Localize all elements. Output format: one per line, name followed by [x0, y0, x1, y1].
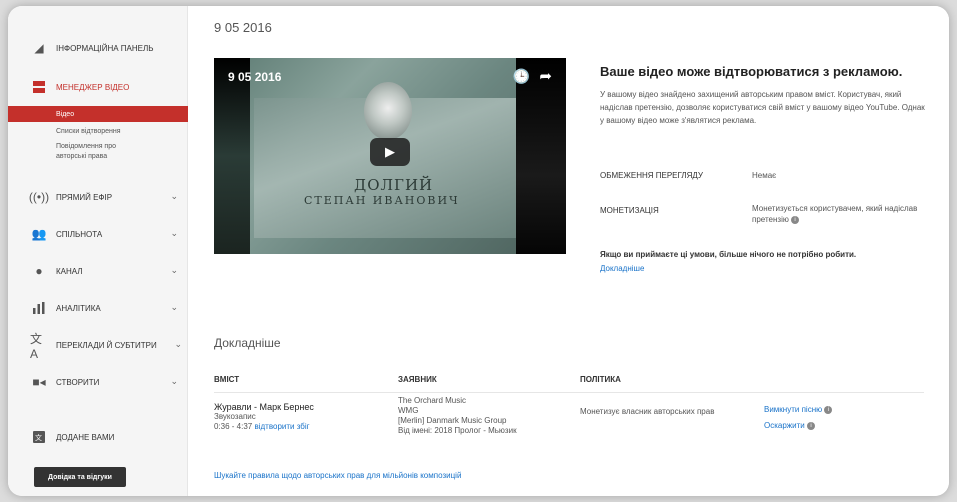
sidebar-item-label: СТВОРИТИ: [56, 377, 100, 387]
chevron-down-icon: ⌄: [170, 302, 178, 312]
monetization-value-text: Монетизується користувачем, який надісла…: [752, 204, 918, 224]
channel-icon: ●: [35, 264, 43, 278]
chevron-down-icon: ⌄: [170, 191, 178, 201]
sidebar-item-label: КАНАЛ: [56, 266, 83, 276]
sidebar-item-label: ПРЯМИЙ ЕФІР: [56, 192, 113, 202]
learn-more-link[interactable]: Докладніше: [600, 264, 644, 273]
claimant-2: WMG: [398, 406, 419, 415]
table-cell-claimant: The Orchard Music WMG [Merlin] Danmark M…: [398, 396, 517, 436]
play-button[interactable]: ▶: [370, 138, 410, 166]
translate-icon: 文A: [30, 331, 43, 361]
sidebar-item-channel[interactable]: ● КАНАЛ ⌄: [8, 256, 188, 286]
video-manager-icon: [30, 78, 48, 96]
ad-status-description: У вашому відео знайдено захищений авторс…: [600, 90, 925, 125]
chevron-down-icon: ⌄: [174, 339, 182, 349]
sidebar-item-label: ПЕРЕКЛАДИ Й СУБТИТРИ: [56, 340, 157, 350]
create-icon: ■◂: [32, 375, 46, 389]
column-header-policy: ПОЛІТИКА: [580, 375, 621, 384]
video-letterbox-left: [214, 58, 250, 254]
page-title: 9 05 2016: [214, 20, 272, 35]
plate-text-surname: ДОЛГИЙ: [354, 176, 434, 194]
main-content: 9 05 2016 ДОЛГИЙ СТЕПАН ИВАНОВИЧ 9 05 20…: [188, 6, 949, 496]
svg-text:文: 文: [35, 433, 42, 442]
app-window: ◢ ІНФОРМАЦІЙНА ПАНЕЛЬ МЕНЕДЖЕР ВІДЕО Від…: [8, 6, 949, 496]
table-cell-content: Журавли - Марк Бернес Звукозапис 0:36 - …: [214, 402, 314, 432]
copyright-rules-link[interactable]: Шукайте правила щодо авторських прав для…: [214, 471, 461, 480]
video-title: 9 05 2016: [228, 70, 282, 84]
sidebar-item-dashboard[interactable]: ◢ ІНФОРМАЦІЙНА ПАНЕЛЬ: [8, 33, 188, 63]
sidebar-item-live[interactable]: ((•)) ПРЯМИЙ ЕФІР ⌄: [8, 182, 188, 212]
sidebar-subitem-copyright-notices[interactable]: Повідомлення про: [8, 142, 188, 151]
table-divider: [214, 392, 924, 393]
sidebar-item-community[interactable]: 👥 СПІЛЬНОТА ⌄: [8, 219, 188, 249]
thumbnail-portrait: [364, 82, 412, 140]
help-feedback-button[interactable]: Довідка та відгуки: [34, 467, 126, 487]
restriction-value: Немає: [752, 171, 777, 180]
match-timing: 0:36 - 4:37 відтворити збіг: [214, 422, 314, 432]
mute-song-link[interactable]: Вимкнути пісню: [764, 405, 822, 414]
match-time-range: 0:36 - 4:37: [214, 422, 253, 431]
monetization-value: Монетизується користувачем, який надісла…: [752, 203, 928, 225]
sidebar-item-translations[interactable]: 文A ПЕРЕКЛАДИ Й СУБТИТРИ ⌄: [8, 330, 188, 361]
sidebar-item-video-manager[interactable]: МЕНЕДЖЕР ВІДЕО: [8, 72, 188, 102]
sidebar-item-label: АНАЛІТИКА: [56, 303, 101, 313]
community-icon: 👥: [31, 227, 47, 241]
share-icon[interactable]: ➦: [539, 67, 552, 85]
added-by-you-icon: 文: [30, 428, 48, 446]
dispute-action[interactable]: Оскаржити i: [764, 421, 815, 430]
sidebar-subitem-copyright-notices-2[interactable]: авторські права: [8, 152, 188, 161]
watch-later-icon[interactable]: 🕒: [513, 68, 530, 85]
chevron-down-icon: ⌄: [170, 228, 178, 238]
sidebar-item-label: СПІЛЬНОТА: [56, 229, 103, 239]
sidebar-item-label: ІНФОРМАЦІЙНА ПАНЕЛЬ: [56, 43, 154, 53]
analytics-icon: [30, 299, 48, 317]
play-match-link[interactable]: відтворити збіг: [254, 422, 309, 431]
sidebar: ◢ ІНФОРМАЦІЙНА ПАНЕЛЬ МЕНЕДЖЕР ВІДЕО Від…: [8, 6, 188, 496]
sidebar-item-analytics[interactable]: АНАЛІТИКА ⌄: [8, 293, 188, 323]
restriction-label: ОБМЕЖЕННЯ ПЕРЕГЛЯДУ: [600, 171, 704, 180]
section-title-details: Докладніше: [214, 336, 281, 350]
claimant-4: Від імені: 2018 Пролог - Мьюзик: [398, 426, 517, 435]
dashboard-icon: ◢: [34, 41, 44, 55]
claimant-3: [Merlin] Danmark Music Group: [398, 416, 507, 425]
song-title: Журавли - Марк Бернес: [214, 402, 314, 412]
sidebar-item-create[interactable]: ■◂ СТВОРИТИ ⌄: [8, 367, 188, 397]
ad-status-title: Ваше відео може відтворюватися з рекламо…: [600, 64, 903, 79]
sidebar-item-label: ДОДАНЕ ВАМИ: [56, 432, 115, 442]
accept-terms-text: Якщо ви приймаєте ці умови, більше нічог…: [600, 250, 857, 259]
sidebar-item-label: МЕНЕДЖЕР ВІДЕО: [56, 82, 130, 92]
chevron-down-icon: ⌄: [170, 376, 178, 386]
sidebar-item-added-by-you[interactable]: 文 ДОДАНЕ ВАМИ: [8, 422, 188, 452]
plate-text-name: СТЕПАН ИВАНОВИЧ: [304, 194, 460, 207]
column-header-claimant: ЗАЯВНИК: [398, 375, 437, 384]
sidebar-subitem-videos[interactable]: Відео: [8, 106, 188, 122]
chevron-down-icon: ⌄: [170, 265, 178, 275]
video-letterbox-right: [516, 58, 566, 254]
info-icon[interactable]: i: [824, 405, 833, 414]
monetization-label: МОНЕТИЗАЦІЯ: [600, 206, 659, 215]
column-header-content: ВМІСТ: [214, 375, 240, 384]
table-cell-policy: Монетизує власник авторських прав: [580, 407, 715, 416]
content-type: Звукозапис: [214, 412, 256, 421]
sidebar-subitem-playlists[interactable]: Списки відтворення: [8, 127, 188, 136]
claimant-1: The Orchard Music: [398, 396, 467, 405]
dispute-link[interactable]: Оскаржити: [764, 421, 805, 430]
live-icon: ((•)): [28, 190, 50, 204]
info-icon[interactable]: i: [791, 215, 800, 224]
mute-song-action[interactable]: Вимкнути пісню i: [764, 405, 833, 414]
video-player[interactable]: ДОЛГИЙ СТЕПАН ИВАНОВИЧ 9 05 2016 🕒 ➦ ▶: [214, 58, 566, 254]
info-icon[interactable]: i: [806, 421, 815, 430]
